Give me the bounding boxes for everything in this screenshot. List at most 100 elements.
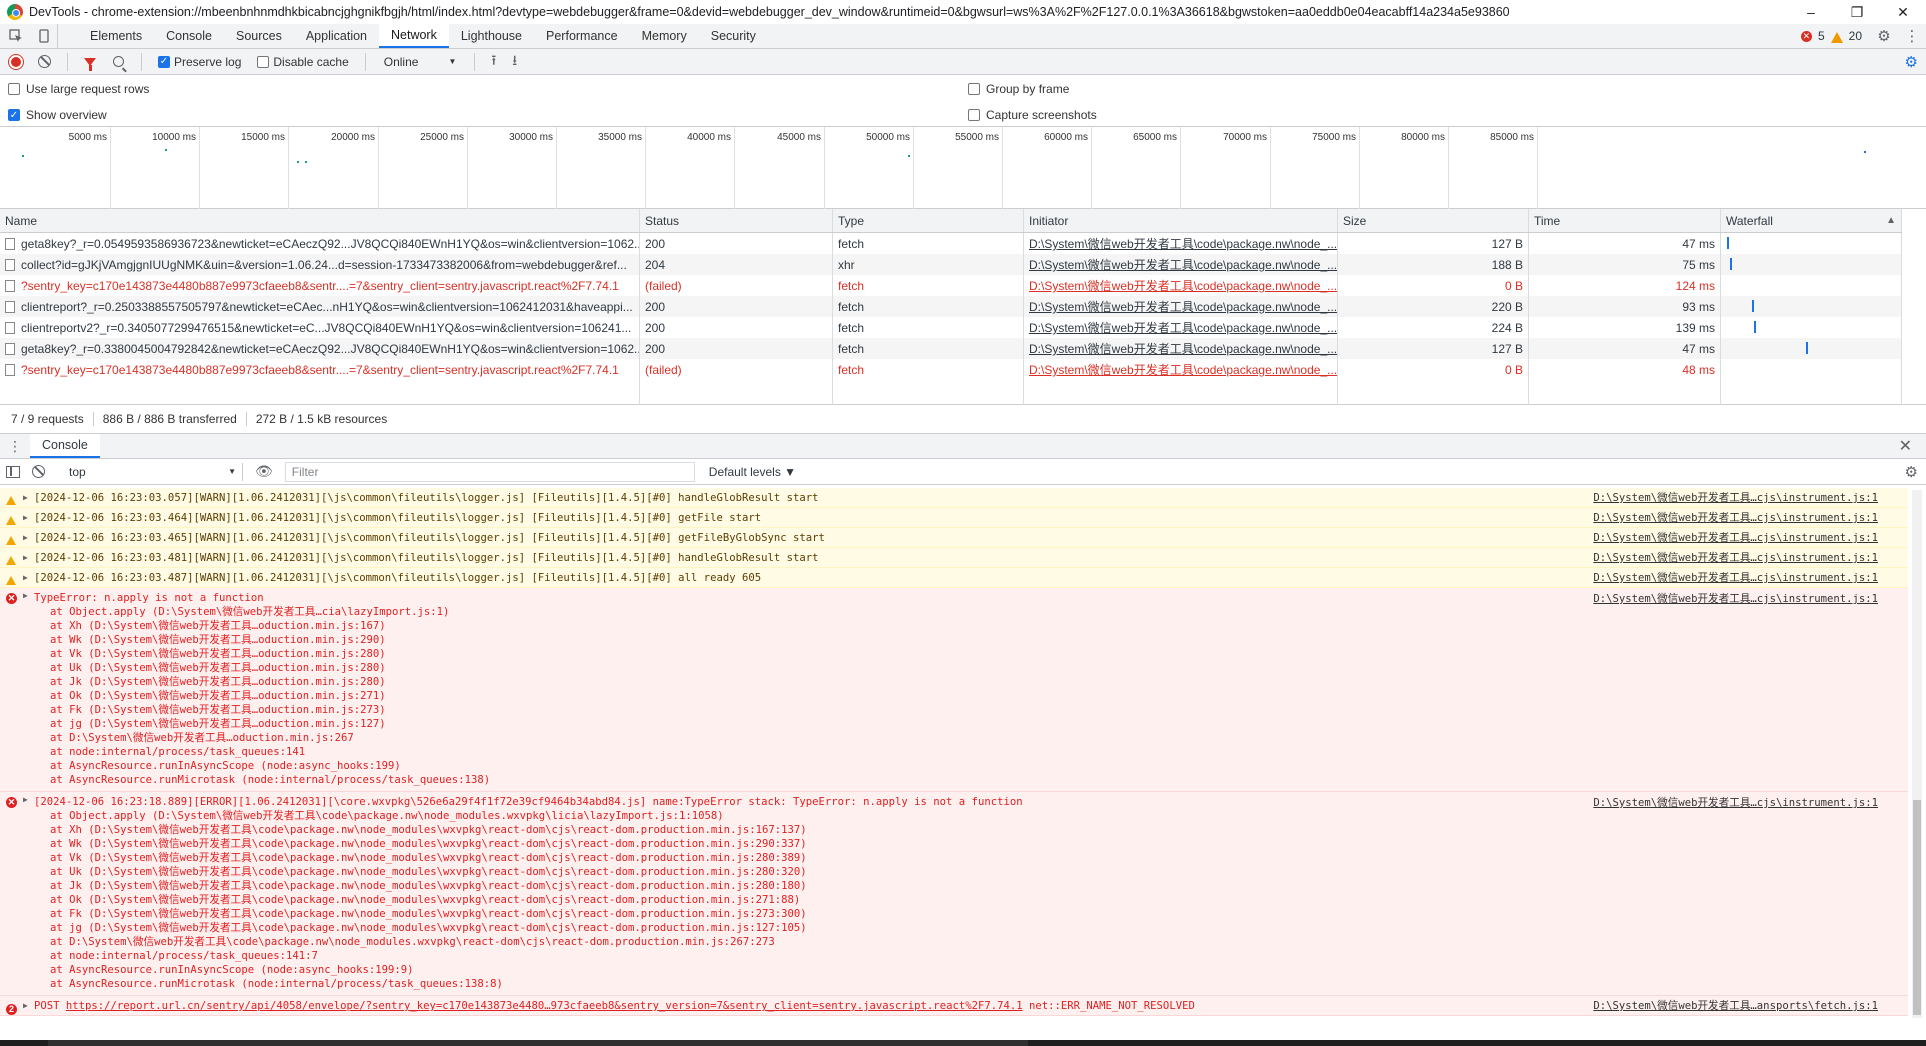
cell-name[interactable]: ?sentry_key=c170e143873e4480b887e9973cfa… — [0, 359, 640, 380]
cell-initiator[interactable]: D:\System\微信web开发者工具\code\package.nw\nod… — [1024, 275, 1338, 296]
table-row[interactable]: ?sentry_key=c170e143873e4480b887e9973cfa… — [0, 359, 1902, 380]
stack-frame[interactable]: at jg (D:\System\微信web开发者工具\code\package… — [34, 921, 1908, 935]
cell-initiator-text[interactable]: D:\System\微信web开发者工具\code\package.nw\nod… — [1029, 319, 1337, 336]
console-warning-message[interactable]: ▶ [2024-12-06 16:23:03.481][WARN][1.06.24… — [0, 548, 1908, 568]
stack-frame[interactable]: at Vk (D:\System\微信web开发者工具…oduction.min… — [34, 647, 1908, 661]
close-drawer-icon[interactable]: ✕ — [1899, 436, 1912, 456]
stack-frame[interactable]: at D:\System\微信web开发者工具…oduction.min.js:… — [34, 731, 1908, 745]
context-selector[interactable]: top ▼ — [63, 462, 243, 481]
cell-initiator[interactable]: D:\System\微信web开发者工具\code\package.nw\nod… — [1024, 254, 1338, 275]
console-prompt[interactable]: › — [0, 1016, 1908, 1018]
tab-network[interactable]: Network — [379, 24, 449, 48]
cell-initiator-text[interactable]: D:\System\微信web开发者工具\code\package.nw\nod… — [1029, 361, 1337, 378]
cell-name[interactable]: ?sentry_key=c170e143873e4480b887e9973cfa… — [0, 275, 640, 296]
tab-performance[interactable]: Performance — [534, 24, 630, 48]
stack-frame[interactable]: at node:internal/process/task_queues:141… — [34, 949, 1908, 963]
clear-icon[interactable] — [38, 55, 51, 68]
console-warning-message[interactable]: ▶ [2024-12-06 16:23:03.487][WARN][1.06.24… — [0, 568, 1908, 588]
log-levels-dropdown[interactable]: Default levels ▼ — [709, 465, 796, 479]
expand-triangle-icon[interactable]: ▶ — [23, 795, 28, 804]
drawer-menu-icon[interactable]: ⋮ — [0, 438, 30, 455]
column-header-size[interactable]: Size — [1338, 209, 1529, 232]
table-row[interactable]: collect?id=gJKjVAmgjgnIUUgNMK&uin=&versi… — [0, 254, 1902, 275]
expand-triangle-icon[interactable]: ▶ — [23, 996, 28, 1016]
settings-gear-icon[interactable]: ⚙ — [1870, 24, 1898, 48]
capture-screenshots-checkbox[interactable]: Capture screenshots — [968, 108, 1097, 122]
console-scrollbar[interactable] — [1912, 490, 1922, 1018]
console-error-message[interactable]: ✕ ▶ TypeError: n.apply is not a function D:… — [0, 588, 1908, 792]
tab-memory[interactable]: Memory — [630, 24, 699, 48]
stack-frame[interactable]: at D:\System\微信web开发者工具\code\package.nw\… — [34, 935, 1908, 949]
tab-security[interactable]: Security — [699, 24, 768, 48]
import-har-icon[interactable]: ⭱ — [491, 50, 496, 74]
filter-funnel-icon[interactable] — [84, 57, 96, 71]
issue-counts[interactable]: ✕ 5 20 — [1800, 24, 1862, 48]
console-source-link[interactable]: D:\System\微信web开发者工具…cjs\instrument.js:1 — [1593, 528, 1878, 548]
expand-triangle-icon[interactable]: ▶ — [23, 528, 28, 548]
search-icon[interactable] — [113, 56, 124, 67]
console-source-link[interactable]: D:\System\微信web开发者工具…cjs\instrument.js:1 — [1593, 488, 1878, 508]
export-har-icon[interactable]: ⭳ — [512, 50, 517, 74]
table-row[interactable]: clientreportv2?_r=0.3405077299476515&new… — [0, 317, 1902, 338]
cell-name[interactable]: geta8key?_r=0.3380045004792842&newticket… — [0, 338, 640, 359]
table-row[interactable]: clientreport?_r=0.2503388557505797&newti… — [0, 296, 1902, 317]
tab-console-drawer[interactable]: Console — [30, 434, 100, 458]
console-warning-message[interactable]: ▶ [2024-12-06 16:23:03.464][WARN][1.06.24… — [0, 508, 1908, 528]
stack-frame[interactable]: at Xh (D:\System\微信web开发者工具…oduction.min… — [34, 619, 1908, 633]
tab-console[interactable]: Console — [154, 24, 224, 48]
stack-frame[interactable]: at Ok (D:\System\微信web开发者工具\code\package… — [34, 893, 1908, 907]
cell-name[interactable]: clientreport?_r=0.2503388557505797&newti… — [0, 296, 640, 317]
cell-name[interactable]: clientreportv2?_r=0.3405077299476515&new… — [0, 317, 640, 338]
column-header-status[interactable]: Status — [640, 209, 833, 232]
scrollbar-thumb[interactable] — [1913, 800, 1921, 1015]
cell-name[interactable]: geta8key?_r=0.0549593586936723&newticket… — [0, 233, 640, 254]
console-settings-gear-icon[interactable]: ⚙ — [1905, 463, 1918, 481]
disable-cache-checkbox[interactable]: Disable cache — [257, 55, 349, 69]
tab-elements[interactable]: Elements — [78, 24, 154, 48]
stack-frame[interactable]: at Vk (D:\System\微信web开发者工具\code\package… — [34, 851, 1908, 865]
console-source-link[interactable]: D:\System\微信web开发者工具…cjs\instrument.js:1 — [1593, 548, 1878, 568]
cell-initiator-text[interactable]: D:\System\微信web开发者工具\code\package.nw\nod… — [1029, 340, 1337, 357]
cell-initiator[interactable]: D:\System\微信web开发者工具\code\package.nw\nod… — [1024, 338, 1338, 359]
sort-ascending-icon[interactable]: ▲ — [1886, 215, 1896, 226]
stack-frame[interactable]: at jg (D:\System\微信web开发者工具…oduction.min… — [34, 717, 1908, 731]
console-messages[interactable]: ▶ [2024-12-06 16:23:03.057][WARN][1.06.24… — [0, 488, 1908, 1018]
column-header-name[interactable]: Name — [0, 209, 640, 232]
stack-frame[interactable]: at AsyncResource.runInAsyncScope (node:a… — [34, 963, 1908, 977]
stack-frame[interactable]: at Jk (D:\System\微信web开发者工具\code\package… — [34, 879, 1908, 893]
cell-initiator[interactable]: D:\System\微信web开发者工具\code\package.nw\nod… — [1024, 233, 1338, 254]
request-url-link[interactable]: https://report.url.cn/sentry/api/4058/en… — [66, 1000, 1023, 1012]
cell-initiator[interactable]: D:\System\微信web开发者工具\code\package.nw\nod… — [1024, 359, 1338, 380]
console-warning-message[interactable]: ▶ [2024-12-06 16:23:03.057][WARN][1.06.24… — [0, 488, 1908, 508]
column-header-waterfall[interactable]: Waterfall ▲ — [1721, 209, 1902, 232]
cell-initiator-text[interactable]: D:\System\微信web开发者工具\code\package.nw\nod… — [1029, 298, 1337, 315]
console-source-link[interactable]: D:\System\微信web开发者工具…ansports\fetch.js:1 — [1593, 996, 1878, 1016]
expand-triangle-icon[interactable]: ▶ — [23, 488, 28, 508]
stack-frame[interactable]: at Ok (D:\System\微信web开发者工具…oduction.min… — [34, 689, 1908, 703]
throttling-select[interactable]: Online ▼ — [384, 55, 457, 69]
console-source-link[interactable]: D:\System\微信web开发者工具…cjs\instrument.js:1 — [1593, 508, 1878, 528]
stack-frame[interactable]: at Jk (D:\System\微信web开发者工具…oduction.min… — [34, 675, 1908, 689]
column-header-initiator[interactable]: Initiator — [1024, 209, 1338, 232]
console-source-link[interactable]: D:\System\微信web开发者工具…cjs\instrument.js:1 — [1593, 591, 1878, 606]
table-row[interactable]: geta8key?_r=0.0549593586936723&newticket… — [0, 233, 1902, 254]
show-overview-checkbox[interactable]: ✓ Show overview — [8, 108, 107, 122]
inspect-element-icon[interactable] — [0, 24, 32, 48]
cell-initiator[interactable]: D:\System\微信web开发者工具\code\package.nw\nod… — [1024, 317, 1338, 338]
console-error-message[interactable]: ✕ ▶ [2024-12-06 16:23:18.889][ERROR][1.06.… — [0, 792, 1908, 996]
stack-frame[interactable]: at Wk (D:\System\微信web开发者工具\code\package… — [34, 837, 1908, 851]
stack-frame[interactable]: at Object.apply (D:\System\微信web开发者工具\co… — [34, 809, 1908, 823]
console-warning-message[interactable]: ▶ [2024-12-06 16:23:03.465][WARN][1.06.24… — [0, 528, 1908, 548]
tab-lighthouse[interactable]: Lighthouse — [449, 24, 534, 48]
cell-initiator[interactable]: D:\System\微信web开发者工具\code\package.nw\nod… — [1024, 296, 1338, 317]
close-window-button[interactable]: ✕ — [1880, 0, 1926, 24]
expand-triangle-icon[interactable]: ▶ — [23, 508, 28, 528]
stack-frame[interactable]: at node:internal/process/task_queues:141 — [34, 745, 1908, 759]
column-header-type[interactable]: Type — [833, 209, 1024, 232]
large-rows-checkbox[interactable]: Use large request rows — [8, 82, 149, 96]
console-source-link[interactable]: D:\System\微信web开发者工具…cjs\instrument.js:1 — [1593, 795, 1878, 810]
group-by-frame-checkbox[interactable]: Group by frame — [968, 82, 1069, 96]
console-sidebar-icon[interactable] — [6, 465, 20, 478]
more-options-icon[interactable]: ⋮ — [1898, 24, 1926, 48]
network-overview-timeline[interactable]: 5000 ms 10000 ms 15000 ms 20000 ms 25000 ms 3… — [0, 127, 1926, 209]
